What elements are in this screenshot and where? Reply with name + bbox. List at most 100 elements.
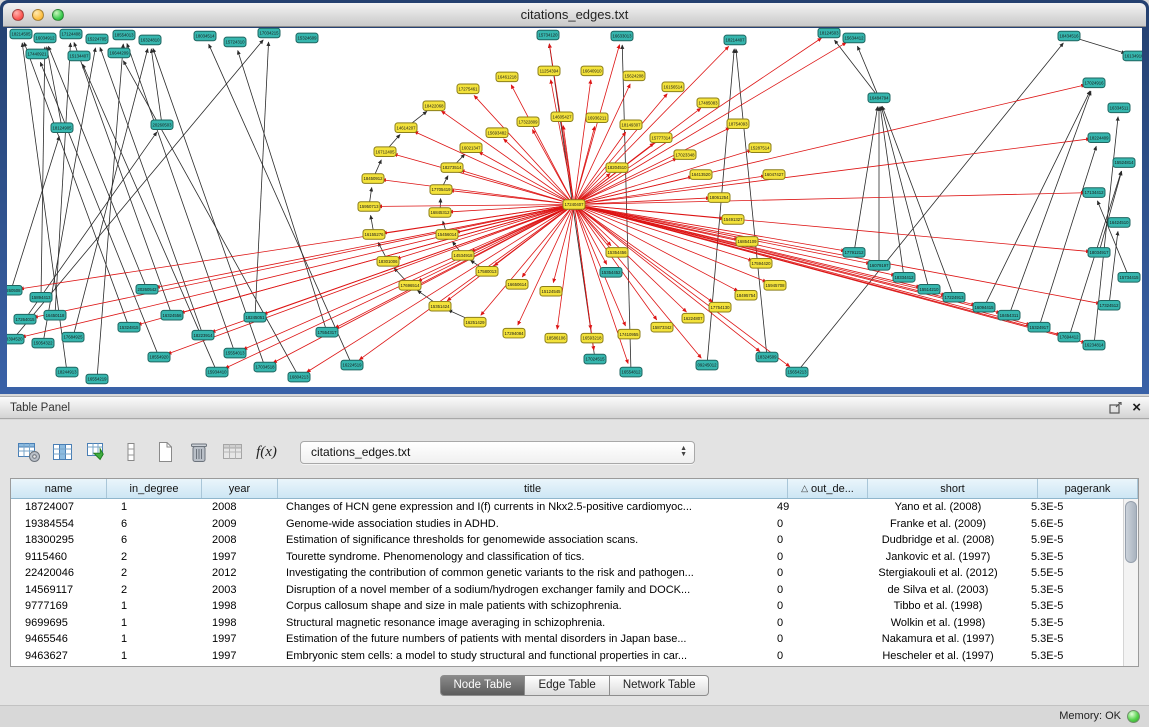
table-row[interactable]: 946362711997Embryonic stem cells: a mode… [11, 648, 1123, 665]
graph-node[interactable]: 16450118 [44, 310, 66, 320]
tab-network-table[interactable]: Network Table [610, 675, 710, 696]
graph-node[interactable]: 17124408 [60, 29, 82, 39]
graph-node[interactable]: 18394520 [7, 334, 24, 344]
graph-node[interactable]: 14605427 [551, 112, 573, 122]
graph-node[interactable]: 16593218 [581, 333, 603, 343]
graph-node[interactable]: 16854109 [736, 237, 758, 247]
graph-node[interactable]: 15945708 [764, 280, 786, 290]
graph-node[interactable]: 17024515 [584, 354, 606, 364]
graph-node[interactable]: 18244913 [56, 367, 78, 377]
graph-node[interactable]: 18495754 [735, 290, 757, 300]
graph-node[interactable]: 16413520 [690, 170, 712, 180]
table-row[interactable]: 1872400712008Changes of HCN gene express… [11, 499, 1123, 516]
table-row[interactable]: 1456911722003Disruption of a novel membe… [11, 582, 1123, 599]
function-builder-icon[interactable]: f(x) [252, 439, 281, 466]
table-import-icon[interactable] [82, 439, 111, 466]
graph-node[interactable]: 15324609 [296, 33, 318, 43]
graph-node[interactable]: 16134910 [1123, 51, 1142, 61]
graph-node[interactable]: 17554317 [316, 327, 338, 337]
graph-node[interactable]: 18301006 [377, 257, 399, 267]
graph-node[interactable]: 15950713 [358, 202, 380, 212]
graph-node[interactable]: 15134407 [68, 51, 90, 61]
graph-node[interactable]: 18422068 [423, 101, 445, 111]
graph-node[interactable]: 15634412 [843, 33, 865, 43]
tab-edge-table[interactable]: Edge Table [525, 675, 609, 696]
graph-node[interactable]: 14534918 [452, 251, 474, 261]
graph-node[interactable]: 16804213 [288, 372, 310, 382]
graph-node[interactable]: 16079197 [868, 261, 890, 271]
graph-node[interactable]: 15624208 [623, 71, 645, 81]
graph-node[interactable]: 15777314 [650, 133, 672, 143]
graph-node[interactable]: 16633013 [611, 31, 633, 41]
graph-node[interactable]: 17275461 [457, 84, 479, 94]
graph-node[interactable]: 17410955 [618, 329, 640, 339]
graph-node[interactable]: 11254394 [538, 66, 560, 76]
graph-node[interactable]: 16640910 [581, 66, 603, 76]
graph-node[interactable]: 15693482 [486, 128, 508, 138]
graph-node[interactable]: 17324512 [1098, 300, 1120, 310]
graph-node[interactable]: 17440921 [26, 49, 48, 59]
graph-node[interactable]: 18450912 [362, 174, 384, 184]
table-row[interactable]: 911546021997Tourette syndrome. Phenomeno… [11, 549, 1123, 566]
graph-node[interactable]: 17134412 [1083, 188, 1105, 198]
graph-node[interactable]: 15324917 [1028, 322, 1050, 332]
graph-node[interactable]: 20260542 [136, 284, 158, 294]
column-header-name[interactable]: name [11, 479, 107, 498]
graph-node[interactable]: 15287514 [749, 143, 771, 153]
graph-node[interactable]: 16650614 [506, 279, 528, 289]
graph-node[interactable]: 16156514 [662, 82, 684, 92]
graph-node[interactable]: 17754130 [709, 302, 731, 312]
graph-node[interactable]: 17684925 [62, 332, 84, 342]
graph-node[interactable]: 17023348 [674, 150, 696, 160]
graph-node[interactable]: 17485083 [697, 98, 719, 108]
graph-node[interactable]: 18434516 [1058, 31, 1080, 41]
graph-node[interactable]: 18554920 [148, 352, 170, 362]
trash-icon[interactable] [184, 439, 213, 466]
graph-node[interactable]: 15724310 [224, 37, 246, 47]
graph-node[interactable]: 16644209 [108, 48, 130, 58]
graph-node[interactable]: 15873342 [651, 322, 673, 332]
table-row[interactable]: 969969511998Structural magnetic resonanc… [11, 615, 1123, 632]
graph-node[interactable]: 17224913 [943, 292, 965, 302]
graph-node[interactable]: 18245051 [244, 312, 266, 322]
graph-node[interactable]: 15324815 [118, 322, 140, 332]
graph-node[interactable]: 17322809 [517, 117, 539, 127]
graph-node[interactable]: 16324810 [139, 35, 161, 45]
column-header-out_de[interactable]: △out_de... [788, 479, 868, 498]
graph-node[interactable]: 15054322 [32, 338, 54, 348]
minimize-window-button[interactable] [32, 9, 44, 21]
table-row[interactable]: 977716911998Corpus callosum shape and si… [11, 598, 1123, 615]
graph-node[interactable]: 18034514 [194, 31, 216, 41]
graph-node[interactable]: 15124545 [540, 286, 562, 296]
graph-node[interactable]: 16234814 [1083, 340, 1105, 350]
graph-node[interactable]: 17240407 [563, 200, 585, 210]
graph-node[interactable]: 15354456 [606, 248, 628, 258]
column-header-in_degree[interactable]: in_degree [107, 479, 202, 498]
graph-node[interactable]: 16554812 [620, 367, 642, 377]
window-titlebar[interactable]: citations_edges.txt [3, 3, 1146, 27]
graph-node[interactable]: 18223914 [192, 330, 214, 340]
graph-node[interactable]: 16251429 [464, 317, 486, 327]
graph-node[interactable]: 18554013 [113, 30, 135, 40]
close-window-button[interactable] [12, 9, 24, 21]
column-header-year[interactable]: year [202, 479, 278, 498]
table-row[interactable]: 1938455462009Genome-wide association stu… [11, 516, 1123, 533]
graph-node[interactable]: 17696514 [399, 280, 421, 290]
graph-node[interactable]: 20260508 [7, 285, 22, 295]
tab-node-table[interactable]: Node Table [440, 675, 526, 696]
graph-node[interactable]: 16936211 [586, 113, 608, 123]
graph-node[interactable]: 15654213 [786, 367, 808, 377]
graph-node[interactable]: 18204510 [606, 163, 628, 173]
graph-node[interactable]: 18214505 [10, 29, 32, 39]
graph-node[interactable]: 16461218 [496, 72, 518, 82]
graph-node[interactable]: 16224519 [341, 360, 363, 370]
graph-node[interactable]: 18214407 [724, 35, 746, 45]
graph-node[interactable]: 18124503 [818, 28, 840, 38]
graph-node[interactable]: 18061254 [708, 193, 730, 203]
graph-node[interactable]: 15491327 [722, 215, 744, 225]
row-tools-icon[interactable] [116, 439, 145, 466]
graph-node[interactable]: 17594420 [750, 259, 772, 269]
graph-node[interactable]: 15351424 [429, 301, 451, 311]
table-row[interactable]: 1830029562008Estimation of significance … [11, 532, 1123, 549]
table-settings-icon[interactable] [14, 439, 43, 466]
